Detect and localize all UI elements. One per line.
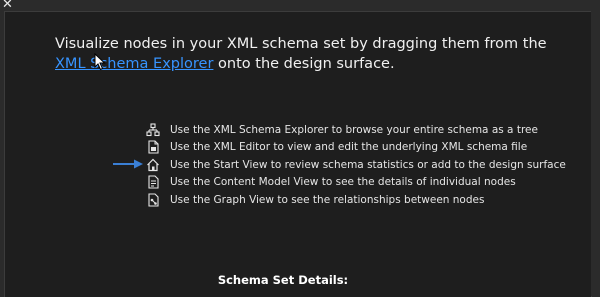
xml-editor-icon (148, 140, 159, 154)
tip-xml-editor: Use the XML Editor to view and edit the … (146, 139, 576, 157)
mouse-cursor-icon (94, 53, 106, 71)
tip-label: Use the Start View to review schema stat… (170, 158, 566, 171)
intro-text-suffix: onto the design surface. (213, 56, 395, 72)
content-model-icon (148, 175, 159, 189)
xml-schema-explorer-link[interactable]: XML Schema Explorer (55, 56, 213, 72)
schema-explorer-icon (146, 123, 160, 136)
scrollbar-edge[interactable] (591, 11, 600, 296)
tip-label: Use the XML Schema Explorer to browse yo… (170, 123, 538, 136)
tip-content-model: Use the Content Model View to see the de… (146, 174, 576, 192)
close-icon[interactable]: ✕ (2, 0, 13, 11)
tip-schema-explorer: Use the XML Schema Explorer to browse yo… (146, 121, 576, 139)
intro-text-prefix: Visualize nodes in your XML schema set b… (55, 36, 547, 52)
tip-graph-view: Use the Graph View to see the relationsh… (146, 191, 576, 209)
tips-list: Use the XML Schema Explorer to browse yo… (146, 121, 576, 209)
tip-start-view: Use the Start View to review schema stat… (146, 156, 576, 174)
pointer-arrow-icon (113, 159, 143, 169)
tip-label: Use the XML Editor to view and edit the … (170, 141, 528, 154)
start-view-home-icon (147, 158, 159, 171)
tip-label: Use the Graph View to see the relationsh… (170, 193, 485, 206)
designer-window: ✕ Visualize nodes in your XML schema set… (0, 0, 600, 297)
graph-view-icon (148, 193, 159, 207)
tip-label: Use the Content Model View to see the de… (170, 176, 516, 189)
schema-set-details-heading: Schema Set Details: (217, 273, 349, 287)
intro-text: Visualize nodes in your XML schema set b… (55, 34, 565, 74)
